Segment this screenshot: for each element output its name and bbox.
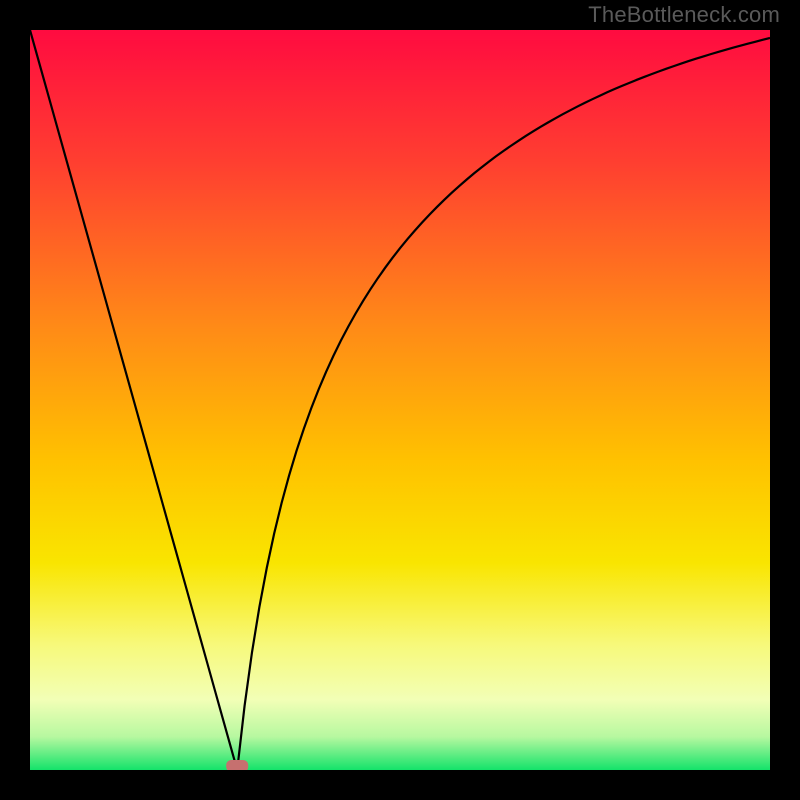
plot-area bbox=[30, 30, 770, 770]
gradient-background bbox=[30, 30, 770, 770]
watermark-text: TheBottleneck.com bbox=[588, 2, 780, 28]
chart-svg bbox=[30, 30, 770, 770]
chart-frame: TheBottleneck.com bbox=[0, 0, 800, 800]
min-marker bbox=[226, 760, 248, 770]
